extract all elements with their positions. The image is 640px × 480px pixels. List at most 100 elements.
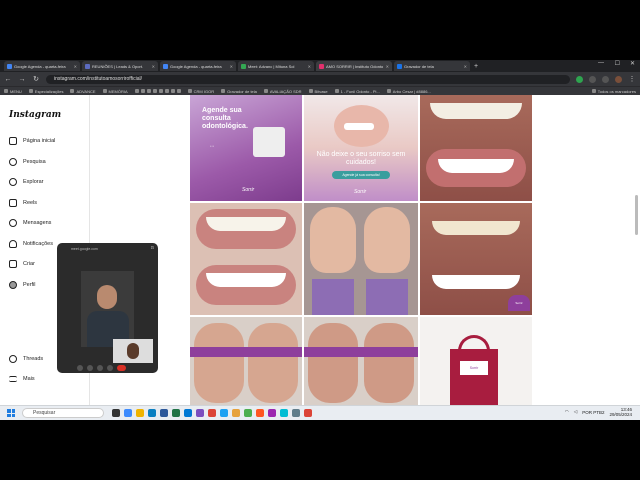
close-icon[interactable]: ✕ — [152, 64, 155, 69]
reload-button[interactable]: ↻ — [32, 75, 40, 83]
browser-tab-active[interactable]: AMO SORRIR | Instituto Odonto ✕ — [316, 61, 392, 71]
app-icon[interactable] — [196, 409, 204, 417]
search-icon — [9, 158, 17, 166]
clock[interactable]: 13:46 29/05/2024 — [609, 407, 632, 417]
app-icon[interactable] — [280, 409, 288, 417]
edge-icon[interactable] — [148, 409, 156, 417]
profile-avatar[interactable] — [615, 75, 622, 83]
bookmark[interactable]: MEMÓRIA — [102, 89, 128, 94]
scrollbar-thumb[interactable] — [635, 195, 638, 235]
messenger-icon — [9, 219, 17, 227]
bookmark-icons[interactable] — [134, 89, 181, 93]
taskbar-search-input[interactable]: Pesquisar — [22, 408, 104, 418]
wifi-icon[interactable]: ◠ — [565, 409, 569, 415]
reels-icon — [9, 199, 17, 207]
nav-search[interactable]: Pesquisa — [9, 158, 46, 166]
bookmark[interactable]: Bitvase — [308, 89, 328, 94]
browser-tab[interactable]: REUNIÕES | Leads & Oport. ✕ — [82, 61, 158, 71]
bookmark[interactable]: Especializações — [28, 89, 63, 94]
instagram-logo[interactable]: Instagram — [9, 110, 61, 120]
more-options-button[interactable] — [107, 365, 113, 371]
post-tile[interactable]: Sorrir — [420, 317, 532, 405]
browser-tab[interactable]: Meet: Advanc | Mituna Sol ✕ — [238, 61, 314, 71]
browser-tab[interactable]: Gravador de tela ✕ — [394, 61, 470, 71]
volume-icon[interactable]: ◁ — [574, 409, 577, 415]
close-icon[interactable]: ✕ — [308, 64, 311, 69]
url-input[interactable]: instagram.com/institutoamosorrirofficial… — [46, 74, 570, 84]
close-icon[interactable]: ✕ — [464, 64, 467, 69]
extension-icon[interactable] — [602, 75, 609, 83]
app-icon[interactable] — [268, 409, 276, 417]
post-tile[interactable] — [304, 317, 418, 405]
browser-tab[interactable]: Google Agenda - quarta-feira ✕ — [4, 61, 80, 71]
all-bookmarks[interactable]: Todos os marcadores — [591, 89, 636, 94]
end-call-button[interactable] — [117, 365, 126, 371]
close-window-button[interactable]: ✕ — [630, 60, 635, 67]
bag-handle — [458, 335, 490, 355]
browser-tab[interactable]: Google Agenda - quarta-feira ✕ — [160, 61, 236, 71]
close-icon[interactable]: ✕ — [386, 64, 389, 69]
bookmark[interactable]: Gravador de tela — [221, 89, 257, 94]
teeth — [344, 123, 374, 130]
bookmark[interactable]: Arbo Cesar | #8886... — [386, 89, 431, 94]
video-call-window[interactable]: meet.google.com ⊡ — [57, 243, 158, 373]
chrome-icon[interactable] — [208, 409, 216, 417]
nav-label: Pesquisa — [23, 159, 46, 165]
post-tile[interactable] — [190, 203, 302, 315]
new-tab-button[interactable]: + — [474, 63, 478, 70]
nav-explore[interactable]: Explorar — [9, 178, 43, 186]
explorer-icon[interactable] — [136, 409, 144, 417]
bookmark[interactable]: ADVANCE — [70, 89, 96, 94]
language-indicator[interactable]: POR PTB2 — [582, 410, 604, 415]
nav-create[interactable]: Criar — [9, 260, 35, 268]
app-icon[interactable] — [244, 409, 252, 417]
nav-threads[interactable]: Threads — [9, 355, 43, 363]
app-icon[interactable] — [256, 409, 264, 417]
nav-label: Mais — [23, 376, 35, 382]
nav-notifications[interactable]: Notificações — [9, 240, 53, 248]
nav-more[interactable]: Mais — [9, 376, 35, 382]
bookmark[interactable]: AVALIAÇÃO SDR — [263, 89, 302, 94]
close-icon[interactable]: ✕ — [74, 64, 77, 69]
post-tile[interactable]: Sorrir — [420, 203, 532, 315]
post-tile[interactable] — [190, 317, 302, 405]
minimize-button[interactable]: — — [598, 60, 604, 66]
camera-button[interactable] — [87, 365, 93, 371]
nav-reels[interactable]: Reels — [9, 199, 37, 207]
app-icon[interactable] — [292, 409, 300, 417]
back-button[interactable]: ← — [4, 76, 12, 83]
post-tile[interactable]: Não deixe o seu sorriso sem cuidados! Ag… — [304, 95, 418, 201]
instagram-icon — [319, 63, 324, 69]
nav-messages[interactable]: Mensagens — [9, 219, 51, 227]
bookmark[interactable]: MENU — [4, 89, 22, 94]
post-tile[interactable] — [304, 203, 418, 315]
post-tile[interactable] — [420, 95, 532, 201]
outlook-icon[interactable] — [184, 409, 192, 417]
bookmark[interactable]: 1 - Funil Odonto - Pi... — [334, 89, 380, 94]
nav-label: Mensagens — [23, 220, 52, 226]
maximize-button[interactable]: ☐ — [615, 60, 620, 67]
close-icon[interactable]: ✕ — [230, 64, 233, 69]
word-icon[interactable] — [160, 409, 168, 417]
nav-home[interactable]: Página inicial — [9, 137, 55, 145]
bookmark[interactable]: CRM IGOR — [187, 89, 214, 94]
forward-button[interactable]: → — [18, 76, 26, 83]
post-tile[interactable]: Agende sua consulta odontológica. • • • … — [190, 95, 302, 201]
app-icon[interactable] — [220, 409, 228, 417]
more-menu-icon[interactable]: ⋮ — [628, 75, 636, 83]
nav-label: Perfil — [23, 282, 36, 288]
task-view-icon[interactable] — [112, 409, 120, 417]
present-button[interactable] — [97, 365, 103, 371]
app-icon[interactable] — [232, 409, 240, 417]
pip-close-icon[interactable]: ⊡ — [151, 245, 154, 250]
excel-icon[interactable] — [172, 409, 180, 417]
extension-icon[interactable] — [576, 75, 583, 83]
extension-icon[interactable] — [589, 75, 596, 83]
mic-button[interactable] — [77, 365, 83, 371]
nav-profile[interactable]: Perfil — [9, 281, 36, 289]
face-after — [364, 207, 410, 273]
teams-icon[interactable] — [124, 409, 132, 417]
calendar-icon — [163, 63, 168, 69]
windows-start-icon[interactable] — [7, 409, 15, 417]
chrome-icon[interactable] — [304, 409, 312, 417]
